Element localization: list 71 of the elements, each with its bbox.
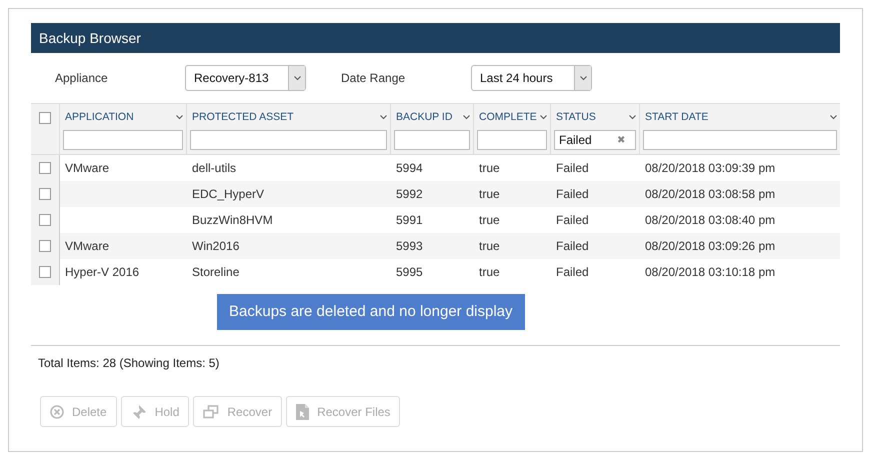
table-cell: 5992 — [396, 187, 423, 201]
sort-caret-icon — [629, 114, 636, 120]
callout-note: Backups are deleted and no longer display — [217, 294, 525, 330]
table-cell: Failed — [556, 265, 589, 279]
dropdown[interactable]: Last 24 hours — [471, 65, 592, 91]
column-filter-field[interactable] — [643, 130, 837, 150]
row-checkbox[interactable] — [39, 266, 51, 278]
table-cell: 08/20/2018 03:09:26 pm — [645, 239, 776, 253]
table-cell: 08/20/2018 03:08:58 pm — [645, 187, 776, 201]
sort-caret-icon — [380, 114, 387, 120]
sort-caret-icon — [176, 114, 183, 120]
table-cell: 5995 — [396, 265, 423, 279]
caret-icon — [580, 76, 586, 80]
panel-title: Backup Browser — [31, 23, 840, 53]
dropdown[interactable]: Recovery-813 — [185, 65, 306, 91]
table-cell: Failed — [556, 213, 589, 227]
table-cell: Storeline — [192, 265, 240, 279]
table-cell: Failed — [556, 239, 589, 253]
column-header[interactable]: APPLICATION — [65, 111, 134, 123]
table-cell: VMware — [65, 161, 110, 175]
table-cell: true — [479, 213, 500, 227]
windows-icon — [203, 404, 220, 418]
table-cell: EDC_HyperV — [192, 187, 264, 201]
table-cell: Hyper-V 2016 — [65, 265, 140, 279]
table-cell: Win2016 — [192, 239, 240, 253]
column-filter-field[interactable]: Failed ✖ — [554, 130, 636, 150]
table-cell: dell-utils — [192, 161, 236, 175]
filter-label: Date Range — [341, 71, 406, 85]
caret-icon — [294, 76, 300, 80]
row-checkbox[interactable] — [39, 162, 51, 174]
table-row[interactable]: VMware Win2016 5993 true Failed 08/20/2018 03:09:26 pm — [31, 233, 840, 259]
clear-icon[interactable]: ✖ — [617, 134, 625, 146]
table-row[interactable]: BuzzWin8HVM 5991 true Failed 08/20/2018 03:08:40 pm — [31, 207, 840, 233]
column-header[interactable]: STATUS — [556, 111, 596, 123]
close-icon — [50, 404, 64, 418]
table-cell: true — [479, 239, 500, 253]
table-cell: 5994 — [396, 161, 423, 175]
table-row[interactable]: VMware dell-utils 5994 true Failed 08/20/2018 03:09:39 pm — [31, 155, 840, 181]
table-cell: VMware — [65, 239, 110, 253]
table-cell: 08/20/2018 03:08:40 pm — [645, 213, 776, 227]
select-all-checkbox[interactable] — [39, 112, 51, 124]
row-checkbox[interactable] — [39, 240, 51, 252]
row-checkbox[interactable] — [39, 214, 51, 226]
sort-caret-icon — [540, 114, 547, 120]
sort-caret-icon — [830, 114, 837, 120]
column-header[interactable]: BACKUP ID — [396, 111, 452, 123]
item-count: Total Items: 28 (Showing Items: 5) — [37, 355, 220, 372]
table-cell: Failed — [556, 187, 589, 201]
table-cell: 08/20/2018 03:09:39 pm — [645, 161, 776, 175]
table-row[interactable]: EDC_HyperV 5992 true Failed 08/20/2018 03:08:58 pm — [31, 181, 840, 207]
table-cell: 5993 — [396, 239, 423, 253]
column-filter-field[interactable] — [190, 130, 387, 150]
pin-icon — [130, 404, 147, 420]
column-filter-field[interactable] — [394, 130, 470, 150]
file-icon — [296, 404, 310, 420]
column-header[interactable]: COMPLETE — [479, 111, 537, 123]
table-cell: Failed — [556, 161, 589, 175]
table-row[interactable]: Hyper-V 2016 Storeline 5995 true Failed 08/20/2018 03:10:18 pm — [31, 259, 840, 285]
sort-caret-icon — [463, 114, 470, 120]
column-header[interactable]: PROTECTED ASSET — [192, 111, 294, 123]
table-cell: 5991 — [396, 213, 423, 227]
column-filter-field[interactable] — [477, 130, 547, 150]
column-header[interactable]: START DATE — [645, 111, 708, 123]
filter-label: Appliance — [55, 71, 109, 85]
table-cell: true — [479, 187, 500, 201]
table-cell: 08/20/2018 03:10:18 pm — [645, 265, 776, 279]
table-cell: true — [479, 265, 500, 279]
table-cell: true — [479, 161, 500, 175]
table-cell: BuzzWin8HVM — [192, 213, 273, 227]
column-filter-field[interactable] — [63, 130, 183, 150]
row-checkbox[interactable] — [39, 188, 51, 200]
